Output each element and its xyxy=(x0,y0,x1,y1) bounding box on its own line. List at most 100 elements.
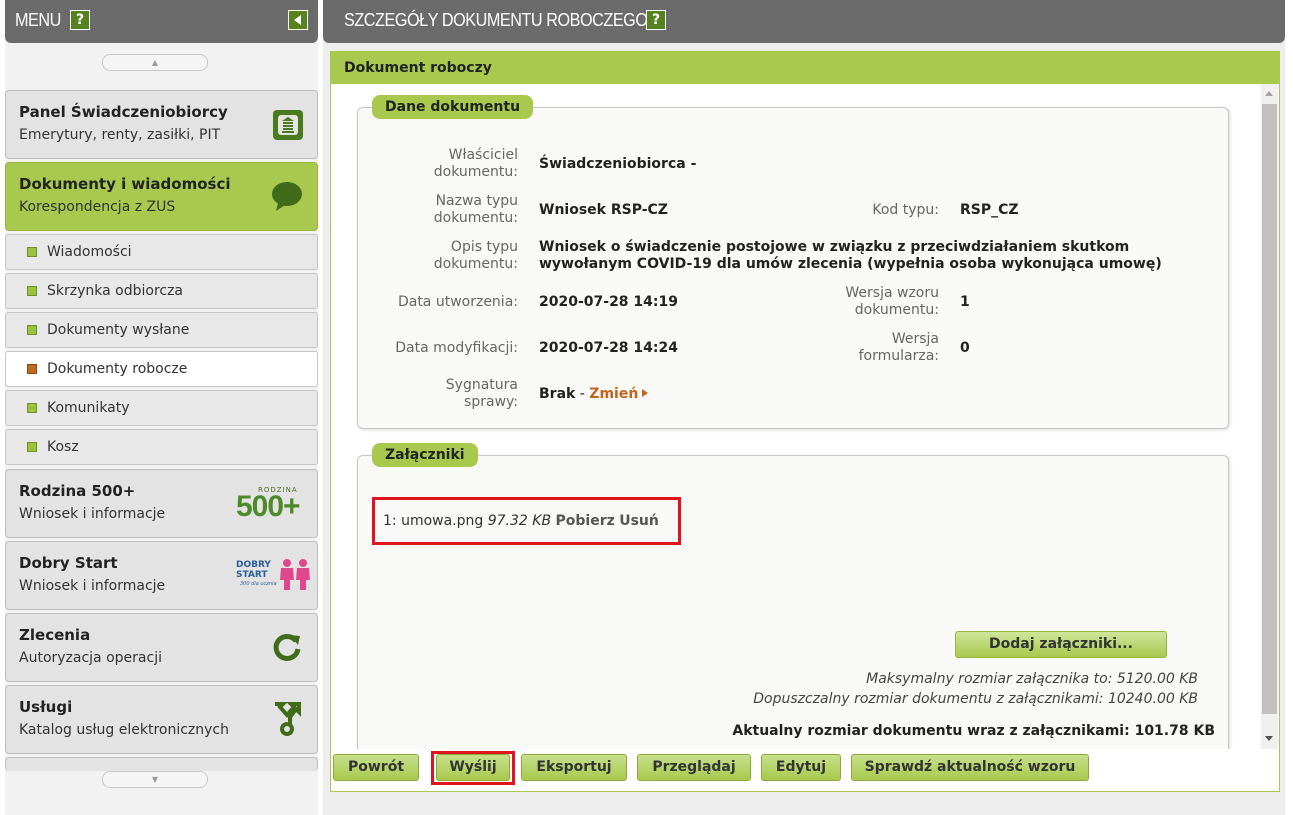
panel-subtitle: Korespondencja z ZUS xyxy=(19,199,176,215)
send-button-highlight xyxy=(431,751,515,785)
panel-subtitle: Autoryzacja operacji xyxy=(19,650,162,666)
browse-button[interactable]: Przeglądaj xyxy=(637,754,751,781)
form-version-label: Wersja formularza: xyxy=(858,331,939,364)
menu-title: MENU xyxy=(15,10,61,30)
pillar-icon xyxy=(273,110,303,140)
signature-value: Brak - Zmień xyxy=(539,386,649,403)
bullet-icon xyxy=(27,364,37,374)
collapse-menu-icon[interactable] xyxy=(288,10,308,30)
sidebar-menu: MENU ? ▲ Panel Świadczeniobiorcy Emerytu… xyxy=(5,0,318,815)
description-value: Wniosek o świadczenie postojowe w związk… xyxy=(539,239,1162,272)
type-name-value: Wniosek RSP-CZ xyxy=(539,202,668,218)
description-label: Opis typu dokumentu: xyxy=(433,239,518,272)
modified-value: 2020-07-28 14:24 xyxy=(539,340,678,356)
created-value: 2020-07-28 14:19 xyxy=(539,294,678,310)
sidebar-item-messages[interactable]: Wiadomości xyxy=(5,234,318,270)
logo-text: START xyxy=(236,570,268,580)
change-signature-link[interactable]: Zmień xyxy=(589,386,638,402)
scroll-up-arrow-icon[interactable] xyxy=(1265,91,1273,96)
menu-scroll-up-button[interactable]: ▲ xyxy=(102,54,208,71)
arrow-right-icon xyxy=(642,389,649,397)
menu-header: MENU ? xyxy=(5,0,318,43)
sidebar-panel-dobry-start[interactable]: Dobry Start Wniosek i informacje DOBRY S… xyxy=(5,541,318,610)
sidebar-panel-documents[interactable]: Dokumenty i wiadomości Korespondencja z … xyxy=(5,162,318,231)
panel-subtitle: Wniosek i informacje xyxy=(19,506,166,522)
panel-title: Dokumenty i wiadomości xyxy=(19,175,231,193)
back-button[interactable]: Powrót xyxy=(333,754,419,781)
signature-label: Sygnatura sprawy: xyxy=(445,377,518,410)
section-legend: Załączniki xyxy=(372,443,478,467)
bullet-icon xyxy=(27,247,37,257)
sidebar-item-label: Wiadomości xyxy=(47,244,132,260)
panel-title: Zlecenia xyxy=(19,626,91,644)
panel-subtitle: Emerytury, renty, zasiłki, PIT xyxy=(19,127,221,143)
sidebar-item-sent[interactable]: Dokumenty wysłane xyxy=(5,312,318,348)
refresh-icon xyxy=(273,633,301,661)
rodzina-500-logo: RODZINA 500+ xyxy=(236,486,312,523)
panel-subtitle: Wniosek i informacje xyxy=(19,578,166,594)
export-button[interactable]: Eksportuj xyxy=(521,754,627,781)
attachment-item: 1: umowa.png 97.32 KB Pobierz Usuń xyxy=(383,513,659,529)
scroll-area: Dane dokumentu Właściciel dokumentu: Świa… xyxy=(331,84,1279,749)
sidebar-item-announcements[interactable]: Komunikaty xyxy=(5,390,318,426)
sidebar-item-label: Komunikaty xyxy=(47,400,130,416)
sidebar-panel-partial xyxy=(5,757,318,771)
sidebar-panel-rodzina-500[interactable]: Rodzina 500+ Wniosek i informacje RODZIN… xyxy=(5,469,318,538)
sidebar-item-drafts[interactable]: Dokumenty robocze xyxy=(5,351,318,387)
box-header: Dokument roboczy xyxy=(331,52,1279,84)
draft-document-box: Dokument roboczy Dane dokumentu Właścici… xyxy=(330,51,1280,792)
sidebar-item-label: Dokumenty robocze xyxy=(47,361,188,377)
logo-number: 500+ xyxy=(236,490,301,523)
logo-text: DOBRY xyxy=(236,560,271,570)
main-header: SZCZEGÓŁY DOKUMENTU ROBOCZEGO ? xyxy=(323,0,1285,43)
document-data-section: Dane dokumentu Właściciel dokumentu: Świa… xyxy=(357,95,1229,429)
panel-title: Dobry Start xyxy=(19,554,118,572)
action-bar: Powrót Wyślij Eksportuj Przeglądaj Edytu… xyxy=(331,749,1279,791)
modified-label: Data modyfikacji: xyxy=(395,340,518,356)
dobry-start-logo: DOBRY START 300 dla ucznia xyxy=(236,558,314,594)
children-icon xyxy=(280,559,310,590)
attachment-highlight: 1: umowa.png 97.32 KB Pobierz Usuń xyxy=(372,497,681,545)
add-attachments-button[interactable]: Dodaj załączniki... xyxy=(955,631,1167,658)
sidebar-item-trash[interactable]: Kosz xyxy=(5,429,318,465)
edit-button[interactable]: Edytuj xyxy=(761,754,841,781)
help-icon[interactable]: ? xyxy=(646,10,666,30)
sidebar-item-inbox[interactable]: Skrzynka odbiorcza xyxy=(5,273,318,309)
remove-link[interactable]: Usuń xyxy=(619,513,659,529)
created-label: Data utworzenia: xyxy=(397,294,518,310)
sidebar-item-label: Skrzynka odbiorcza xyxy=(47,283,184,299)
sidebar-panel-services[interactable]: Usługi Katalog usług elektronicznych xyxy=(5,685,318,754)
menu-scroll-down-button[interactable]: ▼ xyxy=(102,771,208,788)
main-content: SZCZEGÓŁY DOKUMENTU ROBOCZEGO ? Dokument… xyxy=(323,0,1285,815)
template-version-value: 1 xyxy=(960,294,970,310)
type-code-label: Kod typu: xyxy=(872,202,939,218)
owner-value: Świadczeniobiorca - xyxy=(539,156,697,172)
form-version-value: 0 xyxy=(960,340,970,356)
sidebar-panel-beneficiary[interactable]: Panel Świadczeniobiorcy Emerytury, renty… xyxy=(5,90,318,159)
check-template-button[interactable]: Sprawdź aktualność wzoru xyxy=(851,754,1089,781)
allowed-document-size: Dopuszczalny rozmiar dokumentu z załączn… xyxy=(753,691,1198,707)
current-document-size: Aktualny rozmiar dokumentu wraz z załącz… xyxy=(732,723,1215,739)
sidebar-item-label: Kosz xyxy=(47,439,79,455)
panel-title: Panel Świadczeniobiorcy xyxy=(19,103,228,121)
attachment-size: 97.32 KB xyxy=(487,513,552,529)
download-link[interactable]: Pobierz xyxy=(556,513,615,529)
attachments-section: Załączniki 1: umowa.png 97.32 KB Pobierz… xyxy=(357,443,1229,749)
speech-bubble-icon xyxy=(272,182,302,211)
max-attachment-size: Maksymalny rozmiar załącznika to: 5120.0… xyxy=(866,671,1198,687)
bullet-icon xyxy=(27,286,37,296)
bullet-icon xyxy=(27,325,37,335)
vertical-scrollbar[interactable] xyxy=(1261,84,1278,749)
section-legend: Dane dokumentu xyxy=(372,95,534,119)
type-code-value: RSP_CZ xyxy=(960,202,1019,218)
scroll-down-arrow-icon[interactable] xyxy=(1265,736,1273,741)
panel-title: Usługi xyxy=(19,698,73,716)
scrollbar-thumb[interactable] xyxy=(1262,104,1277,714)
panel-title: Rodzina 500+ xyxy=(19,482,136,500)
menu-help-icon[interactable]: ? xyxy=(70,10,90,30)
logo-tagline: 300 dla ucznia xyxy=(240,581,277,587)
owner-label: Właściciel dokumentu: xyxy=(433,147,518,180)
sidebar-panel-orders[interactable]: Zlecenia Autoryzacja operacji xyxy=(5,613,318,682)
template-version-label: Wersja wzoru dokumentu: xyxy=(845,285,939,318)
sidebar-item-label: Dokumenty wysłane xyxy=(47,322,190,338)
